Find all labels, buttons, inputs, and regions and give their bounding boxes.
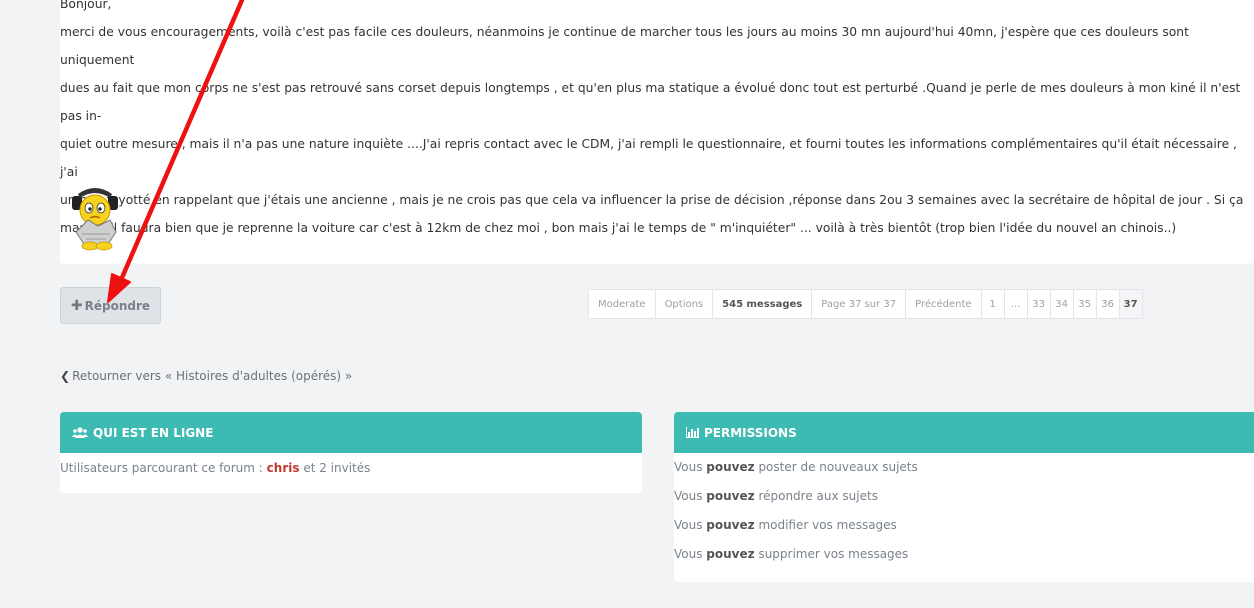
who-is-online-panel: QUI EST EN LIGNE Utilisateurs parcourant…: [60, 412, 642, 493]
post-content: Bonjour, merci de vous encouragements, v…: [60, 0, 1250, 242]
permissions-header: PERMISSIONS: [674, 412, 1254, 453]
permissions-title: PERMISSIONS: [704, 425, 797, 440]
permission-post: répondre aux sujets: [754, 489, 878, 503]
page-link-33[interactable]: 33: [1026, 289, 1051, 319]
permission-post: poster de nouveaux sujets: [754, 460, 918, 474]
post-line: merci de vous encouragements, voilà c'es…: [60, 25, 1189, 67]
permission-post: supprimer vos messages: [754, 547, 909, 561]
permission-strong: pouvez: [706, 460, 755, 474]
permission-pre: Vous: [674, 547, 707, 561]
post-line: un peu fayotté en rappelant que j'étais …: [60, 193, 1244, 207]
online-suffix: et 2 invités: [299, 461, 371, 475]
permission-strong: pouvez: [706, 547, 755, 561]
page-link-35[interactable]: 35: [1072, 289, 1097, 319]
permission-strong: pouvez: [706, 489, 755, 503]
post-line: marche il faudra bien que je reprenne la…: [60, 221, 1177, 235]
permission-pre: Vous: [674, 460, 707, 474]
users-icon: [72, 426, 88, 438]
reply-button-label: Répondre: [84, 298, 151, 313]
permission-item: Vous pouvez répondre aux sujets: [674, 482, 1254, 511]
permission-post: modifier vos messages: [754, 518, 897, 532]
back-to-forum-link[interactable]: ❮ Retourner vers « Histoires d'adultes (o…: [60, 369, 352, 383]
previous-page-button[interactable]: Précédente: [905, 289, 982, 319]
online-users-text: Utilisateurs parcourant ce forum : chris…: [60, 453, 642, 475]
permission-item: Vous pouvez supprimer vos messages: [674, 540, 1254, 569]
page-link-34[interactable]: 34: [1049, 289, 1074, 319]
current-page: 37: [1118, 289, 1143, 319]
bar-chart-icon: [686, 427, 699, 438]
post-line: dues au fait que mon corps ne s'est pas …: [60, 81, 1241, 123]
permission-item: Vous pouvez poster de nouveaux sujets: [674, 453, 1254, 482]
page-link-36[interactable]: 36: [1095, 289, 1120, 319]
permission-pre: Vous: [674, 518, 707, 532]
plus-icon: ✚: [70, 297, 83, 314]
page-ellipsis: …: [1003, 289, 1028, 319]
page-indicator[interactable]: Page 37 sur 37: [811, 289, 907, 319]
permission-pre: Vous: [674, 489, 707, 503]
post-card: Bonjour, merci de vous encouragements, v…: [60, 0, 1254, 264]
moderate-button[interactable]: Moderate: [588, 289, 656, 319]
options-button[interactable]: Options: [654, 289, 714, 319]
pagination-bar: Moderate Options 545 messages Page 37 su…: [588, 289, 1143, 319]
who-is-online-header: QUI EST EN LIGNE: [60, 412, 642, 453]
message-count: 545 messages: [712, 289, 813, 319]
page-link-1[interactable]: 1: [980, 289, 1005, 319]
who-is-online-title: QUI EST EN LIGNE: [93, 425, 214, 440]
permission-strong: pouvez: [706, 518, 755, 532]
emoticon-smiley-with-headphones: [72, 188, 118, 251]
post-greeting: Bonjour,: [60, 0, 112, 11]
permissions-panel: PERMISSIONS Vous pouvez poster de nouvea…: [674, 412, 1254, 582]
post-line: quiet outre mesure , mais il n'a pas une…: [60, 137, 1237, 179]
chevron-left-icon: ❮: [60, 369, 71, 383]
online-user-link[interactable]: chris: [267, 461, 300, 475]
back-link-label: Retourner vers « Histoires d'adultes (op…: [72, 369, 353, 383]
reply-button[interactable]: ✚ Répondre: [60, 287, 161, 324]
permission-item: Vous pouvez modifier vos messages: [674, 511, 1254, 540]
online-prefix: Utilisateurs parcourant ce forum :: [60, 461, 267, 475]
